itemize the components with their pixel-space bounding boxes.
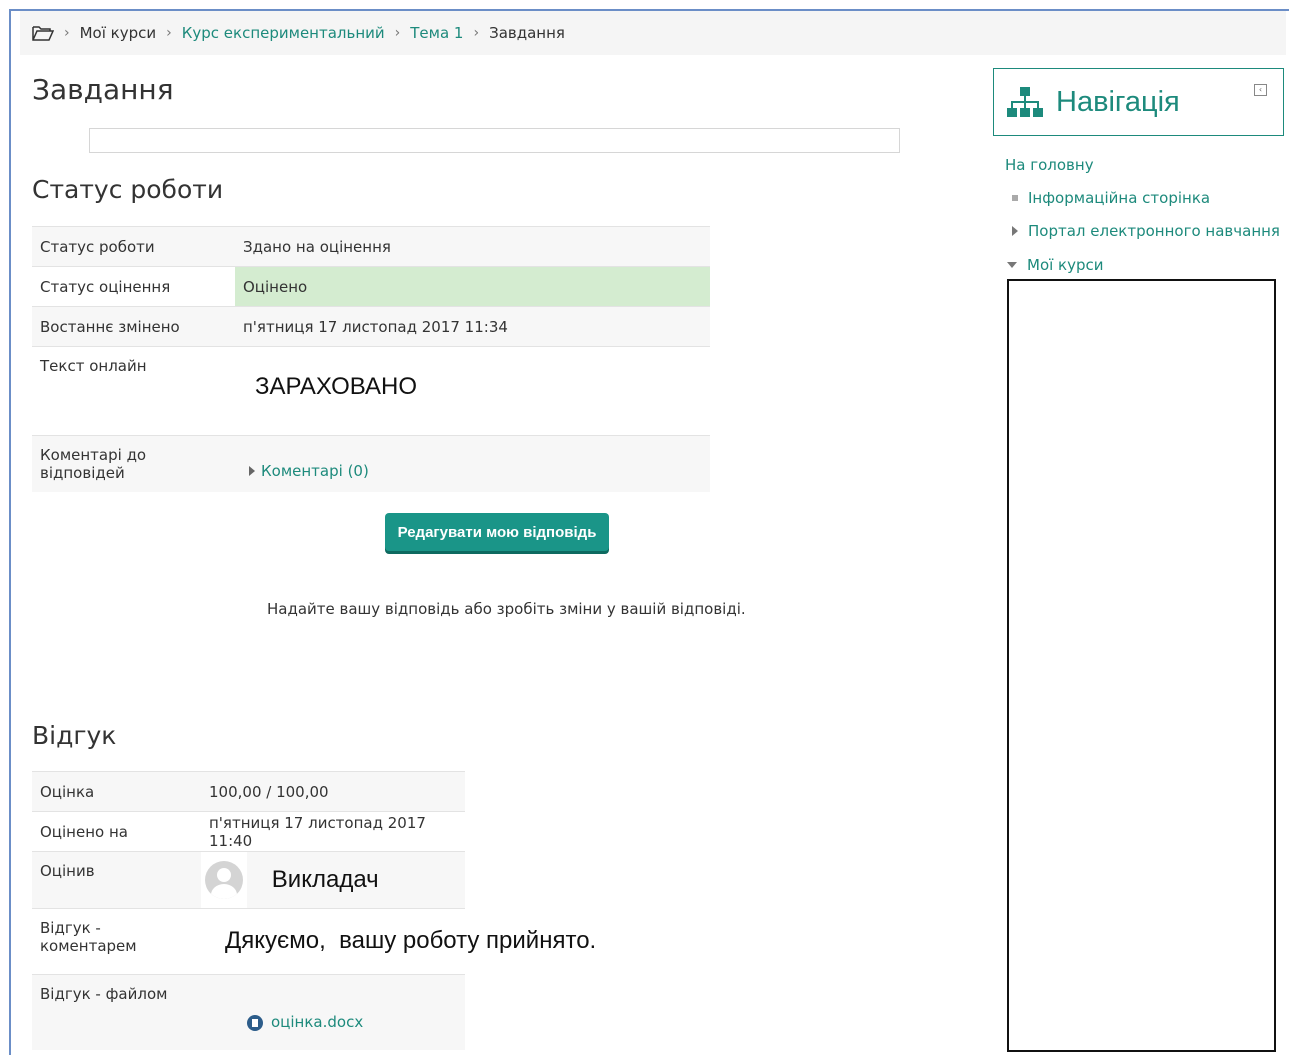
breadcrumb-separator: ›: [394, 25, 401, 41]
breadcrumb: › Мої курси › Курс експериментальний › Т…: [20, 11, 1286, 55]
breadcrumb-topic[interactable]: Тема 1: [410, 24, 463, 42]
folder-open-icon[interactable]: [32, 25, 54, 41]
table-row: Коментарі до відповідей Коментарі (0): [32, 435, 710, 492]
row-label: Оцінив: [32, 851, 201, 909]
row-label: Оцінено на: [32, 811, 201, 852]
row-label: Востаннє змінено: [32, 306, 235, 347]
graded-on-value: п'ятниця 17 листопад 2017 11:40: [201, 811, 465, 852]
table-row: Текст онлайн ЗАРАХОВАНО: [32, 346, 710, 436]
table-row: Статус оцінення Оцінено: [32, 266, 710, 307]
assignment-description-box: [89, 128, 900, 153]
row-label: Статус оцінення: [32, 266, 235, 307]
document-icon: [247, 1014, 263, 1031]
submission-status-heading: Статус роботи: [32, 175, 224, 204]
online-text-value: ЗАРАХОВАНО: [255, 373, 418, 400]
navigation-title: Навігація: [1056, 86, 1180, 118]
last-modified-value: п'ятниця 17 листопад 2017 11:34: [235, 306, 710, 347]
nav-item-my-courses[interactable]: Мої курси: [1007, 256, 1104, 274]
nav-item-label[interactable]: Інформаційна сторінка: [1028, 189, 1210, 207]
feedback-comment-value: Дякуємо, вашу роботу прийнято.: [225, 927, 597, 954]
nav-item-label[interactable]: Мої курси: [1027, 256, 1104, 274]
nav-item-label[interactable]: Портал електронного навчання: [1028, 222, 1280, 240]
caret-down-icon[interactable]: [1007, 262, 1017, 268]
my-courses-list-box: [1007, 279, 1276, 1052]
grading-status-value: Оцінено: [235, 266, 710, 307]
bullet-icon: [1012, 195, 1018, 201]
sitemap-icon: [1007, 87, 1043, 117]
nav-item-portal[interactable]: Портал електронного навчання: [1012, 222, 1280, 240]
nav-home-link[interactable]: На головну: [1005, 156, 1094, 174]
breadcrumb-course[interactable]: Курс експериментальний: [182, 24, 385, 42]
edit-submission-button[interactable]: Редагувати мою відповідь: [385, 513, 609, 551]
grader-name[interactable]: Викладач: [272, 866, 379, 893]
table-row: Статус роботи Здано на оцінення: [32, 226, 710, 267]
submission-status-table: Статус роботи Здано на оцінення Статус о…: [32, 226, 710, 492]
feedback-heading: Відгук: [32, 721, 117, 750]
breadcrumb-separator: ›: [473, 25, 480, 41]
breadcrumb-assignment: Завдання: [489, 24, 565, 42]
submission-status-value: Здано на оцінення: [235, 226, 710, 267]
dock-block-icon[interactable]: ‹: [1254, 84, 1267, 96]
row-label: Оцінка: [32, 771, 201, 812]
grade-value: 100,00 / 100,00: [201, 771, 465, 812]
table-row: Оцінено на п'ятниця 17 листопад 2017 11:…: [32, 811, 465, 852]
table-row: Оцінка 100,00 / 100,00: [32, 771, 465, 812]
caret-right-icon[interactable]: [1012, 226, 1018, 236]
table-row: Оцінив Викладач: [32, 851, 465, 909]
navigation-block: Навігація: [993, 68, 1284, 136]
submission-hint: Надайте вашу відповідь або зробіть зміни…: [267, 600, 746, 618]
row-label: Статус роботи: [32, 226, 235, 267]
page-title: Завдання: [32, 73, 174, 106]
breadcrumb-my-courses[interactable]: Мої курси: [80, 24, 157, 42]
comments-toggle[interactable]: Коментарі (0): [249, 462, 369, 480]
table-row: Відгук - файлом оцінка.docx: [32, 974, 465, 1050]
feedback-file-link[interactable]: оцінка.docx: [271, 1013, 363, 1031]
row-label: Текст онлайн: [32, 346, 235, 436]
row-label: Коментарі до відповідей: [32, 435, 235, 492]
grader-avatar[interactable]: [201, 852, 247, 908]
caret-right-icon: [249, 466, 255, 477]
nav-item-info-page[interactable]: Інформаційна сторінка: [1012, 189, 1210, 207]
breadcrumb-separator: ›: [64, 25, 70, 41]
feedback-table: Оцінка 100,00 / 100,00 Оцінено на п'ятни…: [32, 771, 596, 1050]
table-row: Відгук - коментарем Дякуємо, вашу роботу…: [32, 908, 596, 975]
user-silhouette-icon: [205, 861, 243, 899]
row-label: Відгук - файлом: [32, 974, 201, 1050]
row-label: Відгук - коментарем: [32, 908, 201, 975]
table-row: Востаннє змінено п'ятниця 17 листопад 20…: [32, 306, 710, 347]
breadcrumb-separator: ›: [166, 25, 172, 41]
